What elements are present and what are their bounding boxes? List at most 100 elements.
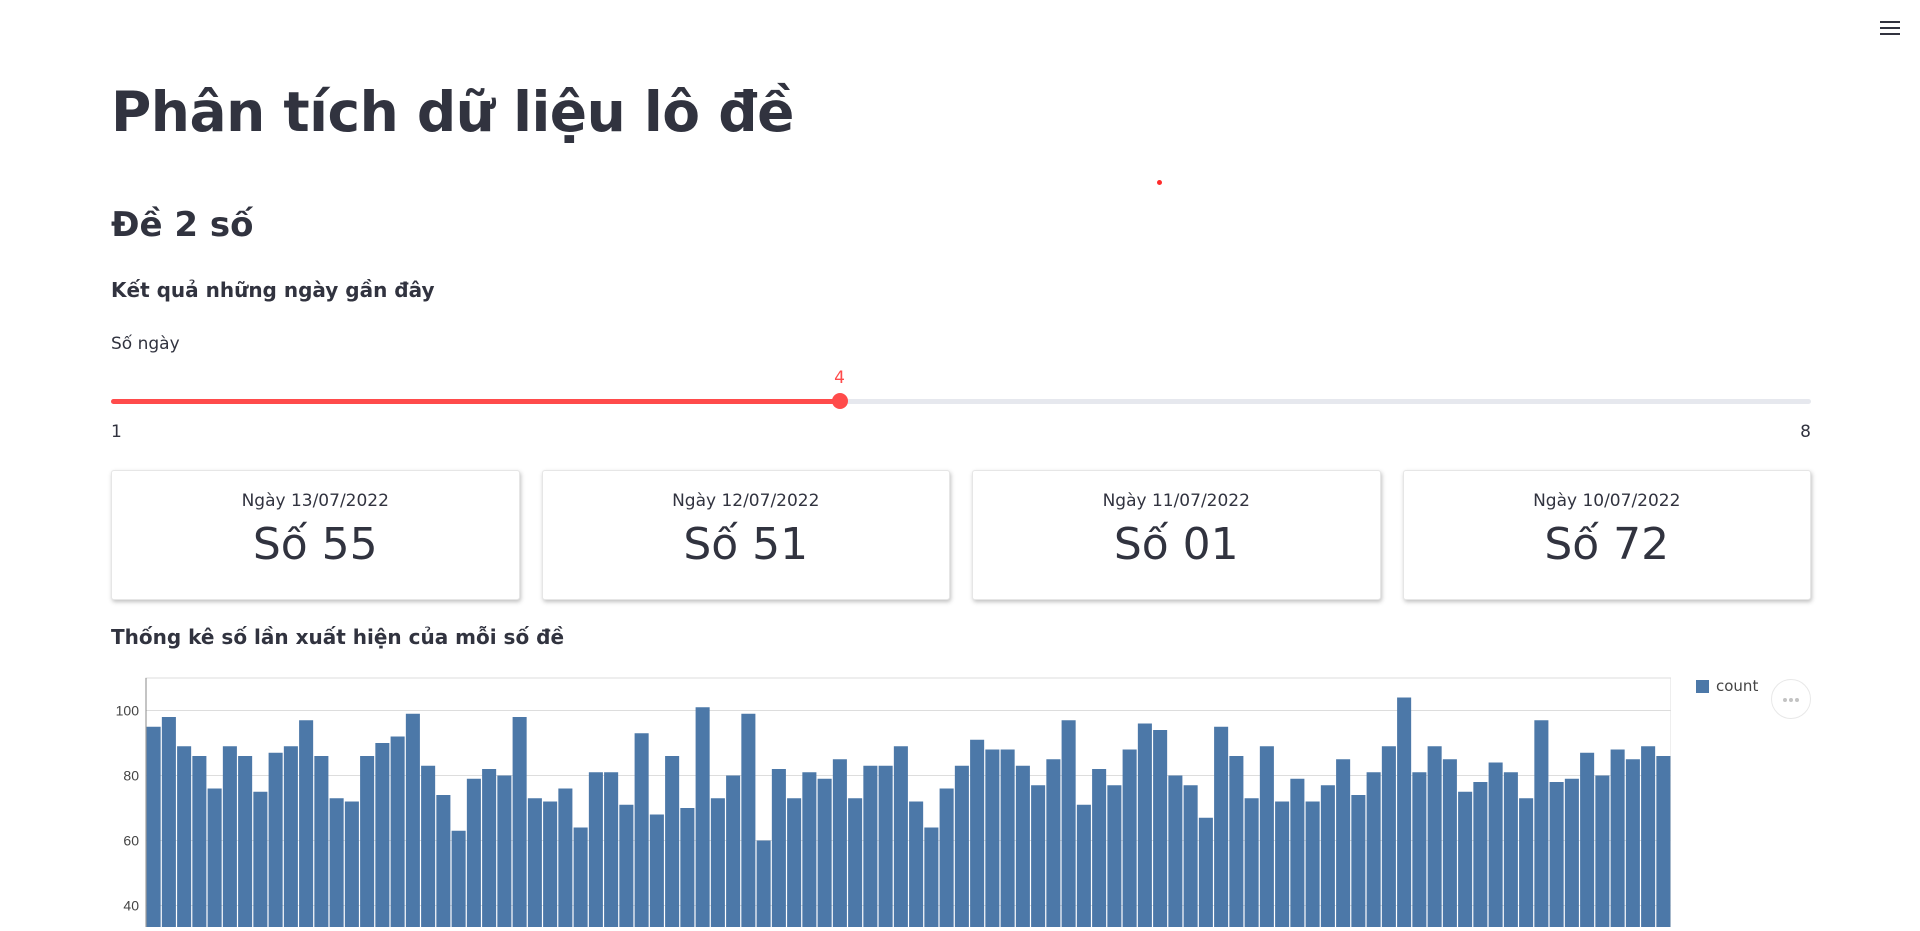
- bar: [878, 765, 893, 931]
- bar: [1214, 726, 1229, 931]
- slider-thumb[interactable]: [831, 393, 848, 409]
- stats-heading: Thống kê số lần xuất hiện của mỗi số đề: [111, 625, 565, 649]
- y-tick-label: 80: [123, 768, 139, 784]
- bar: [177, 746, 192, 931]
- bar: [954, 765, 969, 931]
- metric-value: Số 51: [683, 519, 809, 570]
- bar: [1015, 765, 1030, 931]
- bar: [482, 769, 497, 931]
- bar: [1534, 720, 1549, 931]
- bar: [466, 778, 481, 931]
- bar: [390, 736, 405, 931]
- bar: [161, 717, 176, 931]
- section-title: Đề 2 số: [111, 205, 254, 245]
- metric-value: Số 72: [1544, 519, 1670, 570]
- bar: [573, 827, 588, 931]
- metric-label: Ngày 13/07/2022: [241, 491, 389, 511]
- bar: [1610, 749, 1625, 931]
- metric-value: Số 01: [1113, 519, 1239, 570]
- main-menu-icon[interactable]: [1880, 21, 1900, 35]
- bar: [710, 798, 725, 931]
- chart-menu-button[interactable]: [1771, 679, 1811, 719]
- bar: [985, 749, 1000, 931]
- metric-label: Ngày 11/07/2022: [1102, 491, 1250, 511]
- bar: [1275, 801, 1290, 931]
- bar: [1488, 762, 1503, 931]
- bar: [771, 769, 786, 931]
- bar: [283, 746, 298, 931]
- bar: [253, 791, 268, 931]
- bar: [421, 765, 436, 931]
- bar: [1137, 723, 1152, 931]
- bar: [832, 759, 847, 931]
- bar: [588, 772, 603, 931]
- metric-card: Ngày 12/07/2022 Số 51: [541, 470, 950, 600]
- bar: [1153, 730, 1168, 931]
- bar: [680, 808, 695, 931]
- legend-swatch: [1696, 680, 1709, 693]
- bar: [1305, 801, 1320, 931]
- bar: [1031, 785, 1046, 931]
- bar: [634, 733, 649, 931]
- metric-label: Ngày 10/07/2022: [1533, 491, 1681, 511]
- bar: [299, 720, 314, 931]
- bar: [1168, 775, 1183, 931]
- bar: [1656, 756, 1671, 931]
- bar: [1092, 769, 1107, 931]
- bar: [695, 707, 710, 931]
- bar: [222, 746, 237, 931]
- bar: [909, 801, 924, 931]
- metric-card: Ngày 10/07/2022 Số 72: [1402, 470, 1811, 600]
- bar: [1000, 749, 1015, 931]
- days-slider[interactable]: 4 1 8: [111, 368, 1811, 444]
- bar: [543, 801, 558, 931]
- bar: [1580, 752, 1595, 931]
- bar: [1198, 817, 1213, 931]
- bar: [1625, 759, 1640, 931]
- bar: [1122, 749, 1137, 931]
- slider-max-label: 8: [1800, 422, 1811, 442]
- bar: [436, 795, 451, 931]
- bar: [893, 746, 908, 931]
- legend-label: count: [1716, 677, 1759, 695]
- bar: [1519, 798, 1534, 931]
- bar: [1290, 778, 1305, 931]
- metrics-row: Ngày 13/07/2022 Số 55 Ngày 12/07/2022 Số…: [111, 470, 1811, 600]
- bar: [1381, 746, 1396, 931]
- bar: [405, 713, 420, 931]
- bar: [314, 756, 329, 931]
- bar: [1412, 772, 1427, 931]
- bar: [649, 814, 664, 931]
- bar: [1336, 759, 1351, 931]
- y-tick-label: 60: [123, 833, 139, 849]
- bar: [1549, 782, 1564, 931]
- slider-value: 4: [834, 368, 845, 388]
- bar: [1641, 746, 1656, 931]
- bar: [558, 788, 573, 931]
- y-tick-label: 100: [116, 703, 140, 719]
- bar: [360, 756, 375, 931]
- bar: [527, 798, 542, 931]
- metric-card: Ngày 11/07/2022 Số 01: [972, 470, 1381, 600]
- bar: [1366, 772, 1381, 931]
- bar: [192, 756, 207, 931]
- bar: [1259, 746, 1274, 931]
- slider-label: Số ngày: [111, 334, 180, 354]
- count-chart: 40 60 80 100 count: [111, 668, 1811, 931]
- bar: [756, 840, 771, 931]
- recent-results-heading: Kết quả những ngày gần đây: [111, 278, 435, 302]
- bar: [512, 717, 527, 931]
- bar: [787, 798, 802, 931]
- bar: [1229, 756, 1244, 931]
- bar: [344, 801, 359, 931]
- slider-track[interactable]: [111, 399, 1811, 404]
- plot-frame: [145, 677, 1672, 931]
- bar: [1595, 775, 1610, 931]
- bar: [497, 775, 512, 931]
- bar: [1427, 746, 1442, 931]
- bar: [1061, 720, 1076, 931]
- slider-min-label: 1: [111, 422, 122, 442]
- metric-card: Ngày 13/07/2022 Số 55: [111, 470, 520, 600]
- bar: [238, 756, 253, 931]
- bar: [604, 772, 619, 931]
